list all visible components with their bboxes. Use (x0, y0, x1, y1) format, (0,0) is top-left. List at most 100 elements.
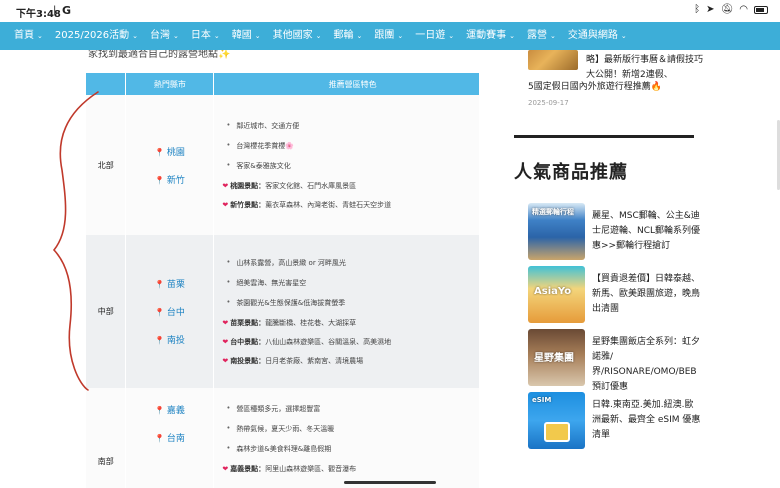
feature-cell: 鄰近城市、交通方便 台灣櫻花季賞櫻🌸 客家&泰雅族文化 ❤桃園景點：客家文化館、… (213, 95, 480, 235)
chevron-down-icon: ⌄ (173, 32, 179, 40)
nav-item-taiwan[interactable]: 台灣 ⌄ (144, 22, 185, 50)
city-cell: 📍 苗栗 📍 台中 📍 南投 (125, 235, 215, 388)
chevron-down-icon: ⌄ (509, 32, 516, 40)
chevron-down-icon: ⌄ (132, 32, 139, 40)
heart-icon: ❤ (222, 201, 229, 209)
pin-icon: 📍 (154, 147, 165, 157)
nav-item-japan[interactable]: 日本 ⌄ (185, 22, 226, 50)
product-title[interactable]: 【買貴退差價】日韓泰越、新馬、歐美跟團旅遊，晚鳥出清團 (592, 272, 702, 317)
battery-icon (754, 5, 768, 14)
pin-icon: 📍 (154, 308, 165, 317)
city-link[interactable]: 📍 台南 (126, 431, 213, 444)
table-row: 中部 📍苗栗 📍台中 📍南投 山林系露營，高山景緻 or 河畔風光 絕美雲海、無… (86, 235, 480, 388)
city-cell: 📍 桃園 📍 新竹 (125, 95, 215, 235)
feature-item: 鄰近城市、交通方便 (226, 121, 479, 131)
spot-line: ❤ 嘉義景點：阿里山森林遊樂區、觀音瀑布 (222, 465, 357, 473)
google-app-icon: G (62, 4, 72, 17)
nav-item-other-countries[interactable]: 其他國家 ⌄ (267, 22, 328, 50)
feature-item: 山林系露營，高山景緻 or 河畔風光 (226, 258, 479, 268)
article-content: 家找到最適合自己的露營地點✨ 熱門縣市 推薦營區特色 北部 📍桃園 📍新竹 鄰近… (84, 50, 482, 488)
region-table: 熱門縣市 推薦營區特色 北部 📍桃園 📍新竹 鄰近城市、交通方便 台灣櫻花季賞櫻… (86, 73, 480, 488)
nav-item-home[interactable]: 首頁 ⌄ (8, 22, 49, 50)
sparkle-icon: ✨ (218, 50, 231, 60)
product-item[interactable]: AsiaYo 【買貴退差價】日韓泰越、新馬、歐美跟團旅遊，晚鳥出清團 (528, 266, 708, 326)
table-header: 推薦營區特色 (213, 73, 480, 95)
city-link[interactable]: 📍 南投 (126, 333, 213, 346)
heart-icon: ❤ (222, 182, 229, 190)
status-icons: ᛒ ➤ 🔕︎ ◠ (694, 4, 768, 15)
feature-cell: 營區種類多元，選擇超豐富 熱帶氣候，夏天少雨、冬天溫暖 森林步道&美食料理&離島… (213, 388, 480, 488)
product-thumbnail[interactable]: eSIM (528, 392, 585, 449)
sidebar: 略】最新版行事曆＆請假技巧大公開！新增2連假、 5國定假日國內外旅遊行程推薦🔥 … (514, 50, 714, 488)
post-title-cont[interactable]: 5國定假日國內外旅遊行程推薦🔥 (528, 80, 708, 95)
region-name: 中部 (86, 235, 127, 388)
product-title[interactable]: 日韓.東南亞.美加.紐澳.歐洲最新、最齊全 eSIM 優惠清單 (592, 398, 702, 443)
spot-line: ❤ 台中景點：八仙山森林遊樂區、谷關溫泉、高美濕地 (222, 338, 392, 346)
feature-item: 絕美雲海、無光害星空 (226, 278, 479, 288)
mute-icon: 🔕︎ (720, 4, 734, 15)
bluetooth-icon: ᛒ (694, 4, 701, 15)
feature-item: 客家&泰雅族文化 (226, 161, 479, 171)
heart-icon: ❤ (222, 465, 229, 473)
chevron-down-icon: ⌄ (315, 32, 322, 40)
spot-line: ❤ 南投景點：日月老茶廠、紫南宮、清境農場 (222, 357, 364, 365)
nav-item-transport[interactable]: 交通與網路 ⌄ (562, 22, 633, 50)
table-header: 熱門縣市 (125, 73, 215, 95)
spot-line: ❤ 苗栗景點：龍騰斷橋、桂花巷、大湖採草 (222, 319, 357, 327)
city-link[interactable]: 📍 苗栗 (126, 277, 213, 290)
post-thumbnail[interactable] (528, 50, 578, 70)
sim-card-icon (544, 422, 570, 442)
chevron-down-icon: ⌄ (620, 32, 627, 40)
spot-line: ❤ 新竹景點：薰衣草森林、內灣老街、青蛙石天空步道 (222, 201, 392, 209)
city-link[interactable]: 📍 台中 (126, 305, 213, 318)
nav-item-sports[interactable]: 運動賽事 ⌄ (460, 22, 521, 50)
spot-line: ❤ 桃園景點：客家文化館、石門水庫風景區 (222, 182, 357, 190)
pin-icon: 📍 (154, 336, 165, 345)
chevron-down-icon: ⌄ (213, 32, 220, 40)
pin-icon: 📍 (154, 175, 165, 185)
pin-icon: 📍 (154, 434, 165, 443)
product-title[interactable]: 星野集團飯店全系列：虹夕諾雅/界/RISONARE/OMO/BEB預訂優惠 (592, 335, 702, 395)
city-link[interactable]: 📍 嘉義 (126, 403, 213, 416)
city-link[interactable]: 📍 桃園 (126, 145, 213, 158)
table-header (86, 73, 127, 95)
section-heading: 人氣商品推薦 (514, 162, 628, 183)
chevron-down-icon: ⌄ (37, 32, 43, 40)
nav-item-events[interactable]: 2025/2026活動 ⌄ (49, 22, 144, 50)
nav-item-tours[interactable]: 跟團 ⌄ (368, 22, 409, 50)
feature-cell: 山林系露營，高山景緻 or 河畔風光 絕美雲海、無光害星空 茶園觀光&生態保護&… (213, 235, 480, 388)
heart-icon: ❤ (222, 338, 229, 346)
post-date: 2025-09-17 (528, 99, 569, 107)
heart-icon: ❤ (222, 357, 229, 365)
product-thumbnail[interactable]: AsiaYo (528, 266, 585, 323)
nav-item-korea[interactable]: 韓國 ⌄ (226, 22, 267, 50)
table-header-row: 熱門縣市 推薦營區特色 (86, 73, 480, 95)
divider (514, 135, 694, 138)
chevron-down-icon: ⌄ (550, 32, 556, 40)
main-nav: 首頁 ⌄ 2025/2026活動 ⌄ 台灣 ⌄ 日本 ⌄ 韓國 ⌄ 其他國家 ⌄ 郵輪 ⌄ 跟… (0, 22, 780, 50)
product-item[interactable]: 星野集團 星野集團飯店全系列：虹夕諾雅/界/RISONARE/OMO/BEB預訂… (528, 329, 708, 392)
chevron-down-icon: ⌄ (448, 32, 455, 40)
nav-item-day-trips[interactable]: 一日遊 ⌄ (409, 22, 460, 50)
nav-item-cruise[interactable]: 郵輪 ⌄ (328, 22, 369, 50)
chevron-down-icon: ⌄ (254, 32, 261, 40)
product-thumbnail[interactable]: 星野集團 (528, 329, 585, 386)
pin-icon: 📍 (154, 406, 165, 415)
status-separator: | (53, 5, 57, 16)
feature-item: 森林步道&美食料理&離島假期 (226, 444, 479, 454)
product-item[interactable]: eSIM 日韓.東南亞.美加.紐澳.歐洲最新、最齊全 eSIM 優惠清單 (528, 392, 708, 452)
feature-item: 茶園觀光&生態保護&低海拔賞螢季 (226, 298, 479, 308)
home-indicator[interactable] (344, 481, 436, 484)
status-bar: 下午3:48 | G ᛒ ➤ 🔕︎ ◠ (0, 0, 780, 22)
location-icon: ➤ (706, 4, 715, 15)
product-title[interactable]: 麗星、MSC郵輪、公主&迪士尼遊輪、NCL郵輪系列優惠>>郵輪行程搶訂 (592, 209, 702, 254)
feature-item: 熱帶氣候，夏天少雨、冬天溫暖 (226, 424, 479, 434)
product-item[interactable]: 精選郵輪行程 麗星、MSC郵輪、公主&迪士尼遊輪、NCL郵輪系列優惠>>郵輪行程… (528, 203, 708, 263)
post-title[interactable]: 略】最新版行事曆＆請假技巧大公開！新增2連假、 (586, 53, 706, 83)
heart-icon: ❤ (222, 319, 229, 327)
nav-item-camping[interactable]: 露營 ⌄ (521, 22, 562, 50)
city-cell: 📍 嘉義 📍 台南 (125, 388, 215, 488)
product-thumbnail[interactable]: 精選郵輪行程 (528, 203, 585, 260)
city-link[interactable]: 📍 新竹 (126, 173, 213, 186)
feature-item: 台灣櫻花季賞櫻🌸 (226, 141, 479, 151)
